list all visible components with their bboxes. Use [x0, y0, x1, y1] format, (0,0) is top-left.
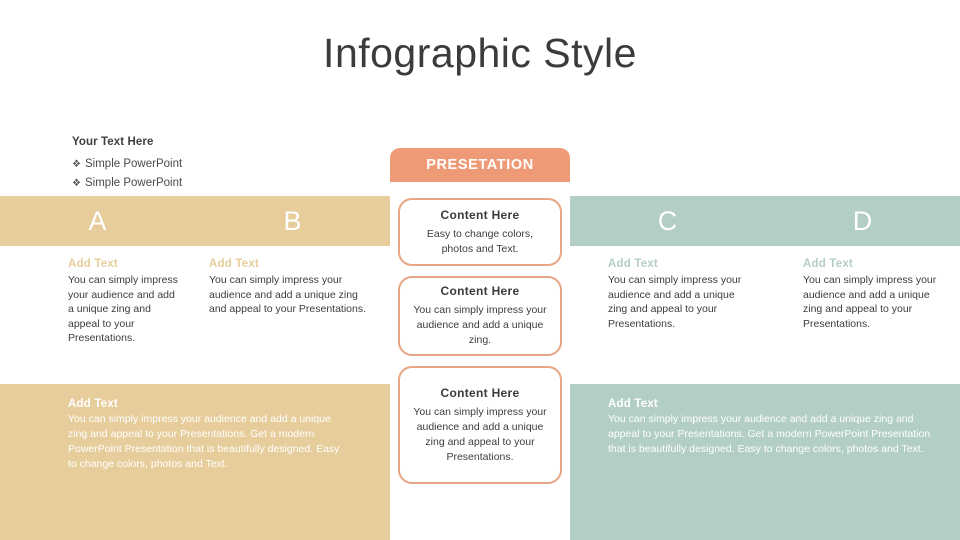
column-c-text: You can simply impress your audience and… [608, 274, 742, 330]
column-letter-d: D [852, 205, 873, 236]
panel-right-footer-text: You can simply impress your audience and… [608, 413, 931, 455]
diamond-bullet-icon: ❖ [72, 178, 81, 189]
column-a-heading: Add Text [68, 258, 118, 270]
content-card: Content Here Easy to change colors, phot… [398, 198, 562, 266]
content-card-text: Easy to change colors, photos and Text. [426, 227, 534, 255]
column-d-heading: Add Text [803, 258, 853, 270]
panel-right: C D Add Text You can simply impress your… [570, 196, 960, 540]
content-card: Content Here You can simply impress your… [398, 366, 562, 484]
content-card-heading: Content Here [440, 385, 520, 400]
content-card-text: You can simply impress your audience and… [413, 405, 547, 463]
panel-right-footer-heading: Add Text [608, 398, 658, 410]
panel-left-footer-text: You can simply impress your audience and… [68, 413, 340, 470]
column-letter-a: A [88, 205, 107, 236]
legend-title: Your Text Here [72, 136, 154, 148]
legend-block: Your Text Here ❖ Simple PowerPoint ❖ Sim… [72, 136, 372, 193]
column-a-content: Add Text You can simply impress your aud… [0, 246, 195, 384]
list-item: ❖ Simple PowerPoint [72, 174, 372, 193]
panel-right-header: C D [570, 196, 960, 246]
legend-item-label: Simple PowerPoint [85, 177, 183, 189]
panel-left-footer-heading: Add Text [68, 398, 118, 410]
column-letter-c: C [657, 205, 678, 236]
column-b-heading: Add Text [209, 258, 259, 270]
column-d-text: You can simply impress your audience and… [803, 274, 937, 330]
panel-right-footer: Add Text You can simply impress your aud… [570, 384, 960, 540]
column-b-text: You can simply impress your audience and… [209, 274, 367, 315]
column-a-text: You can simply impress your audience and… [68, 274, 178, 344]
column-c-heading: Add Text [608, 258, 658, 270]
panel-left-footer: Add Text You can simply impress your aud… [0, 384, 390, 540]
page-title: Infographic Style [323, 30, 637, 76]
column-c-content: Add Text You can simply impress your aud… [570, 246, 765, 384]
presentation-badge: PRESETATION [390, 148, 570, 182]
diamond-bullet-icon: ❖ [72, 159, 81, 170]
column-letter-b: B [283, 205, 302, 236]
panel-left: A B Add Text You can simply impress your… [0, 196, 390, 540]
panel-left-body: Add Text You can simply impress your aud… [0, 246, 390, 384]
list-item: ❖ Simple PowerPoint [72, 155, 372, 174]
content-card-heading: Content Here [440, 207, 520, 222]
content-card-text: You can simply impress your audience and… [413, 304, 547, 346]
panel-left-header: A B [0, 196, 390, 246]
legend-item-label: Simple PowerPoint [85, 158, 183, 170]
content-card-heading: Content Here [440, 284, 520, 298]
slide-canvas: Infographic Style Your Text Here ❖ Simpl… [0, 0, 960, 540]
column-d-content: Add Text You can simply impress your aud… [765, 246, 960, 384]
content-card: Content Here You can simply impress your… [398, 276, 562, 356]
column-b-content: Add Text You can simply impress your aud… [195, 246, 390, 384]
panel-right-body: Add Text You can simply impress your aud… [570, 246, 960, 384]
